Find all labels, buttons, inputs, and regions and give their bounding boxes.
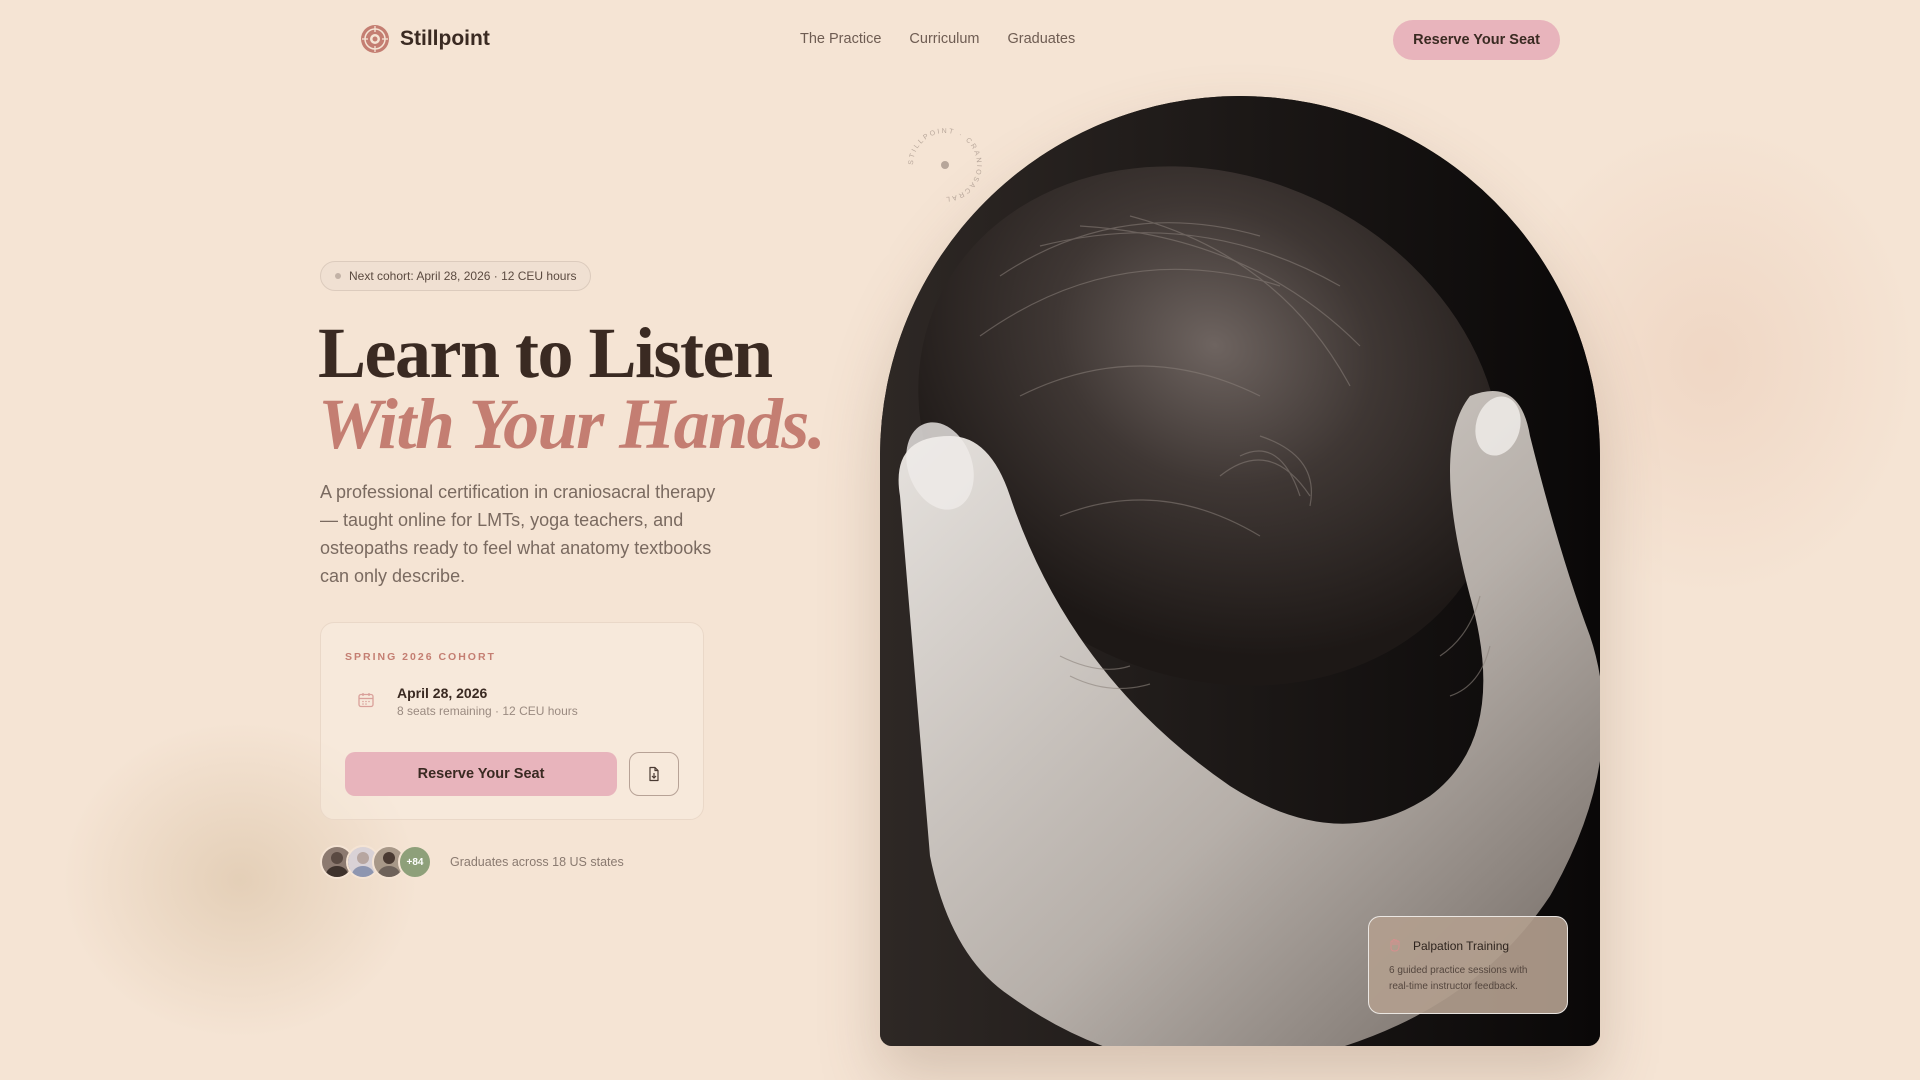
feature-card-title: Palpation Training — [1413, 939, 1510, 953]
document-download-icon — [649, 766, 659, 782]
calendar-icon — [358, 693, 374, 708]
feature-card-description: 6 guided practice sessions with real-tim… — [1389, 965, 1528, 992]
hand-icon — [1390, 939, 1400, 952]
craniosacral-seal-icon: STILLPOINT · CRANIOSACRAL — [908, 128, 980, 202]
hero-headline-line2: With Your Hands. — [318, 384, 826, 464]
graduates-count-badge: +84 — [398, 845, 432, 879]
cohort-date: April 28, 2026 — [397, 685, 488, 701]
cohort-reserve-seat-button[interactable]: Reserve Your Seat — [345, 752, 617, 796]
cohort-meta: 8 seats remaining · 12 CEU hours — [397, 704, 578, 718]
next-cohort-badge: Next cohort: April 28, 2026 · 12 CEU hou… — [320, 261, 592, 291]
hero-lead-paragraph: A professional certification in craniosa… — [320, 482, 716, 586]
top-nav: Stillpoint The Practice Curriculum Gradu… — [0, 0, 1920, 80]
hero-photo — [880, 96, 1600, 1046]
badge-dot-icon — [335, 273, 341, 279]
palpation-training-card: Palpation Training 6 guided practice ses… — [1368, 916, 1568, 1014]
nav-link-curriculum[interactable]: Curriculum — [909, 31, 979, 47]
graduates-row: +84 Graduates across 18 US states — [320, 845, 624, 879]
nav-link-the-practice[interactable]: The Practice — [800, 31, 881, 47]
cohort-card: SPRING 2026 COHORT April 28, 2026 8 seat… — [320, 622, 704, 820]
logo-mark-icon — [361, 25, 389, 53]
download-syllabus-button[interactable] — [629, 752, 679, 796]
nav-reserve-seat-button[interactable]: Reserve Your Seat — [1393, 20, 1560, 60]
brand-name: Stillpoint — [400, 27, 490, 50]
badge-text: Next cohort: April 28, 2026 · 12 CEU hou… — [349, 269, 577, 283]
cohort-eyebrow: SPRING 2026 COHORT — [345, 651, 496, 663]
brand-logo[interactable]: Stillpoint — [360, 24, 490, 54]
graduates-text: Graduates across 18 US states — [450, 855, 624, 869]
nav-link-graduates[interactable]: Graduates — [1008, 31, 1076, 47]
baby-head-in-hand-photo — [880, 96, 1600, 1046]
nav-links: The Practice Curriculum Graduates — [800, 31, 1075, 47]
